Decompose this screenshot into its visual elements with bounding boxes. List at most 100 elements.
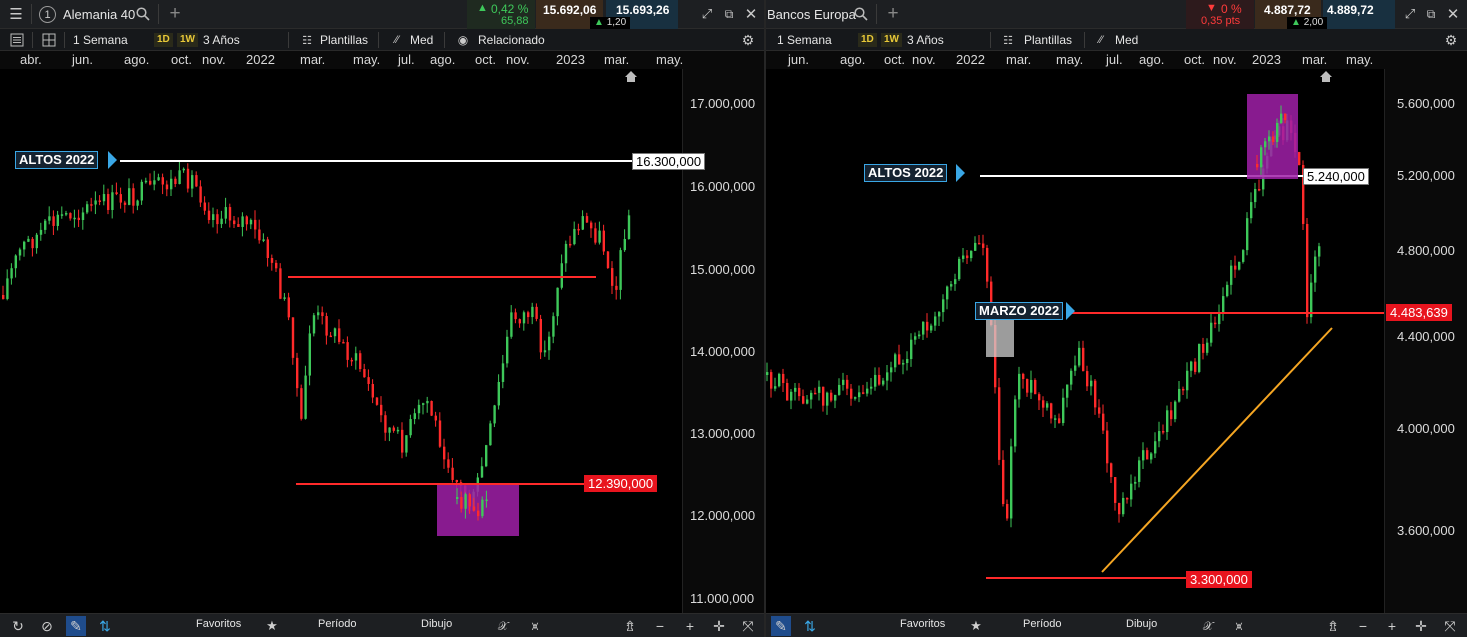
settings-gear-icon[interactable]: ⚙: [739, 32, 757, 48]
marzo-2022-tag[interactable]: MARZO 2022: [975, 302, 1064, 320]
star-icon[interactable]: ★: [262, 616, 282, 636]
sell-price: 4.887,72: [1264, 3, 1311, 17]
templates-button[interactable]: Plantillas: [1024, 33, 1072, 47]
candle-body: [1306, 223, 1309, 318]
chart-type-icon[interactable]: ⩙: [525, 616, 545, 636]
close-icon[interactable]: ✕: [1445, 5, 1461, 23]
instrument-name[interactable]: Alemania 40: [63, 7, 135, 22]
range-selector[interactable]: 3 Años: [203, 33, 240, 47]
sell-price: 15.692,06: [543, 3, 597, 17]
refresh-icon[interactable]: ↻: [8, 616, 28, 636]
zoom-out-icon[interactable]: −: [650, 616, 670, 636]
candle-body: [1174, 401, 1177, 420]
altos-2022-tag[interactable]: ALTOS 2022: [864, 164, 948, 182]
interval-1d-button[interactable]: 1D: [858, 33, 877, 47]
candle-body: [1182, 388, 1185, 391]
function-icon[interactable]: 𝒳: [493, 616, 513, 636]
zoom-in-icon[interactable]: +: [680, 616, 700, 636]
period-button[interactable]: Período: [318, 618, 357, 630]
candle-body: [119, 194, 122, 203]
favorites-button[interactable]: Favoritos: [900, 618, 945, 630]
range-selector[interactable]: 3 Años: [907, 33, 944, 47]
candle-body: [766, 372, 769, 375]
price-axis[interactable]: 5.600,000 5.200,000 4.800,000 4.400,000 4.00…: [1384, 69, 1467, 613]
favorites-button[interactable]: Favoritos: [196, 618, 241, 630]
star-icon[interactable]: ★: [966, 616, 986, 636]
crosshair-icon[interactable]: ✛: [1411, 616, 1431, 636]
indicator-button[interactable]: Med: [410, 33, 433, 47]
popout-icon[interactable]: ⧉: [721, 6, 737, 22]
zoom-out-icon[interactable]: −: [1353, 616, 1373, 636]
cursor-icon[interactable]: ⇯: [1323, 616, 1343, 636]
instrument-name[interactable]: Bancos Europa: [767, 7, 856, 22]
settings-gear-icon[interactable]: ⚙: [1442, 32, 1460, 48]
candle-body: [934, 316, 937, 326]
candle-body: [81, 212, 85, 221]
zoom-in-icon[interactable]: +: [1382, 616, 1402, 636]
candle-body: [1318, 246, 1321, 257]
popout-icon[interactable]: ⧉: [1423, 6, 1439, 22]
candle-body: [69, 213, 72, 219]
list-icon[interactable]: [9, 32, 25, 48]
function-icon[interactable]: 𝒳: [1198, 616, 1218, 636]
interval-1w-button[interactable]: 1W: [177, 33, 198, 47]
candle-body: [363, 369, 366, 378]
interval-1w-button[interactable]: 1W: [881, 33, 902, 47]
no-entry-icon[interactable]: ⊘: [37, 616, 57, 636]
indicator-button[interactable]: Med: [1115, 33, 1138, 47]
expand-icon[interactable]: ⤢: [699, 6, 715, 22]
period-button[interactable]: Período: [1023, 618, 1062, 630]
search-icon[interactable]: [852, 5, 870, 23]
menu-icon[interactable]: ☰: [6, 5, 26, 23]
price-chart-right[interactable]: [766, 69, 1384, 613]
candle-body: [982, 243, 985, 248]
timeframe-selector[interactable]: 1 Semana: [777, 33, 832, 47]
pencil-icon[interactable]: ✎: [771, 616, 791, 636]
chart-type-icon[interactable]: ⩙: [1229, 616, 1249, 636]
indicator-icon: ⁄⁄: [395, 34, 399, 46]
price-chart-left[interactable]: [0, 69, 682, 613]
candle-body: [153, 180, 156, 185]
price-axis[interactable]: 17.000,000 16.000,000 15.000,000 14.000,000…: [682, 69, 764, 613]
timeframe-selector[interactable]: 1 Semana: [73, 33, 128, 47]
sort-icon[interactable]: ⇅: [95, 616, 115, 636]
candle-body: [249, 219, 253, 225]
up-arrow-icon: ▲: [594, 17, 607, 28]
candle-body: [90, 204, 93, 206]
search-icon[interactable]: [134, 5, 152, 23]
price-axis-tick: 11.000,000: [690, 591, 755, 606]
trend-line: [1101, 327, 1333, 573]
candle-body: [6, 278, 9, 299]
candle-body: [798, 387, 801, 397]
candle-body: [1254, 188, 1257, 203]
fit-icon[interactable]: ⤧: [738, 616, 758, 636]
candle-body: [615, 285, 618, 290]
altos-2022-tag[interactable]: ALTOS 2022: [15, 151, 99, 169]
layout-grid-icon[interactable]: [41, 32, 57, 48]
interval-1d-button[interactable]: 1D: [154, 33, 173, 47]
related-button[interactable]: Relacionado: [478, 33, 545, 47]
cursor-icon[interactable]: ⇯: [620, 616, 640, 636]
expand-icon[interactable]: ⤢: [1402, 6, 1418, 22]
fit-icon[interactable]: ⤧: [1440, 616, 1460, 636]
candle-body: [539, 318, 542, 353]
candle-body: [456, 497, 459, 499]
candle-body: [1054, 418, 1057, 420]
sort-icon[interactable]: ⇅: [800, 616, 820, 636]
candle-body: [623, 239, 626, 251]
buy-price-button[interactable]: 4.889,72: [1323, 0, 1395, 29]
candle-body: [1198, 343, 1201, 372]
drawing-button[interactable]: Dibujo: [1126, 618, 1157, 630]
close-icon[interactable]: ✕: [743, 5, 759, 23]
candle-body: [1086, 371, 1089, 387]
crosshair-icon[interactable]: ✛: [709, 616, 729, 636]
add-tab-icon[interactable]: +: [884, 3, 902, 24]
chart-toolbar: 1 Semana 1D 1W 3 Años ☷ Plantillas ⁄⁄ Me…: [0, 29, 764, 51]
candle-body: [822, 386, 825, 406]
add-tab-icon[interactable]: +: [166, 3, 184, 24]
spread-badge: ▲ 2,00: [1287, 17, 1328, 29]
candle-body: [86, 204, 89, 213]
drawing-button[interactable]: Dibujo: [421, 618, 452, 630]
pencil-icon[interactable]: ✎: [66, 616, 86, 636]
templates-button[interactable]: Plantillas: [320, 33, 368, 47]
